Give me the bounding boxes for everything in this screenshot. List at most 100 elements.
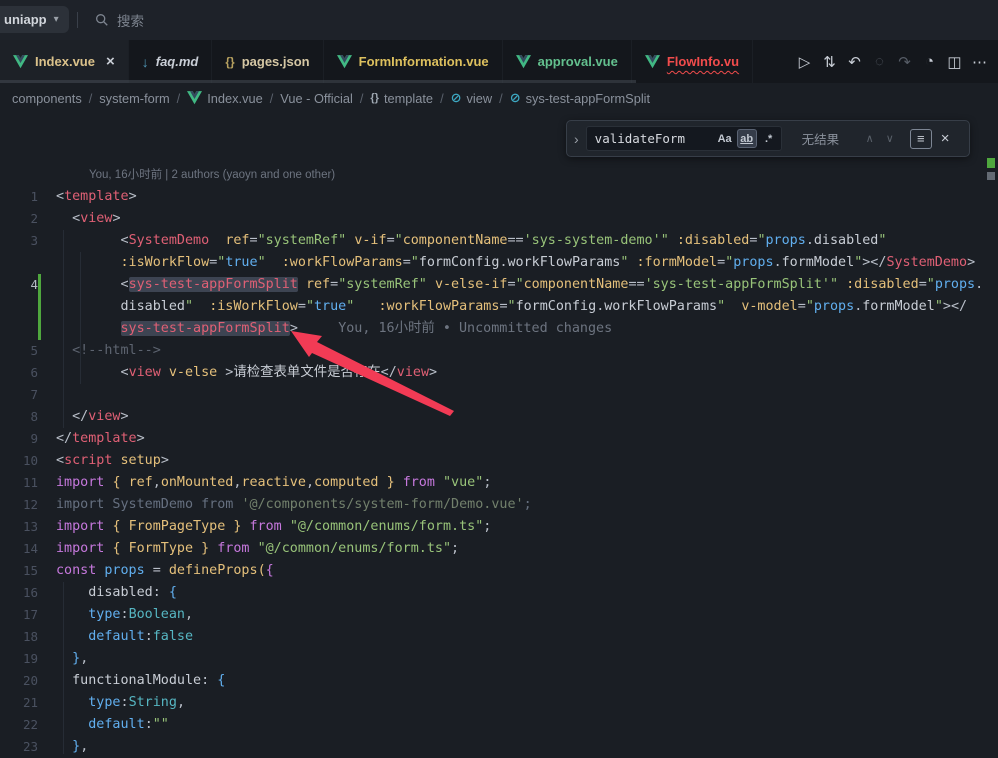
- code-line[interactable]: 5 <!--html-->: [0, 340, 998, 362]
- breadcrumb: components / system-form / Index.vue / Vue - O…: [0, 84, 998, 112]
- line-number: 23: [0, 736, 38, 758]
- breadcrumb-item-sys-test-appformsplit[interactable]: ⊘ sys-test-appFormSplit: [510, 90, 650, 106]
- find-in-selection-button[interactable]: ≡: [910, 129, 932, 149]
- whole-word-button[interactable]: ab: [737, 129, 757, 148]
- vue-icon: [187, 91, 202, 105]
- tab-label: FlowInfo.vu: [667, 54, 739, 69]
- tab-list: Index.vue × ↓faq.md{}pages.jsonFormInforma…: [0, 40, 753, 83]
- code-line[interactable]: 19 },: [0, 648, 998, 670]
- line-number: 21: [0, 692, 38, 714]
- find-input[interactable]: validateForm Aa ab .*: [586, 126, 782, 151]
- code-editor[interactable]: You, 16小时前 | 2 authors (yaoyn and one ot…: [0, 112, 998, 754]
- code-line[interactable]: 9</template>: [0, 428, 998, 450]
- symbol-element-icon: ⊘: [510, 90, 521, 106]
- editor-actions-toolbar: ▷⇅↶◌↷◔◫⋯: [792, 40, 998, 83]
- breadcrumb-label: Index.vue: [207, 91, 263, 106]
- navigate-back-icon[interactable]: ↶: [842, 48, 867, 76]
- line-number: 6: [0, 362, 38, 384]
- code-line[interactable]: 1<template>: [0, 186, 998, 208]
- code-line[interactable]: 10<script setup>: [0, 450, 998, 472]
- code-line[interactable]: 4 <sys-test-appFormSplit ref="systemRef"…: [0, 274, 998, 296]
- code-line[interactable]: 11import { ref,onMounted,reactive,comput…: [0, 472, 998, 494]
- tab-scrollbar[interactable]: [0, 80, 636, 83]
- code-line[interactable]: sys-test-appFormSplit> You, 16小时前 • Unco…: [0, 318, 998, 340]
- global-search[interactable]: 搜索: [95, 0, 144, 40]
- run-icon[interactable]: ▷: [792, 48, 817, 76]
- tab-index-vue[interactable]: Index.vue ×: [0, 40, 129, 83]
- code-line[interactable]: 6 <view v-else >请检查表单文件是否存在</view>: [0, 362, 998, 384]
- breadcrumb-separator: /: [499, 91, 503, 106]
- run-debug-icon[interactable]: ◔: [917, 48, 942, 76]
- tab-flowinfo-vu[interactable]: FlowInfo.vu: [632, 40, 753, 83]
- vue-icon: [516, 55, 531, 69]
- split-editor-icon[interactable]: ◫: [942, 48, 967, 76]
- breadcrumb-item-components[interactable]: components: [12, 91, 82, 106]
- line-number: 16: [0, 582, 38, 604]
- tab-faq-md[interactable]: ↓faq.md: [129, 40, 213, 83]
- code-line[interactable]: 20 functionalModule: {: [0, 670, 998, 692]
- code-line[interactable]: 14import { FormType } from "@/common/enu…: [0, 538, 998, 560]
- code-line[interactable]: 15const props = defineProps({: [0, 560, 998, 582]
- code-line[interactable]: 12import SystemDemo from '@/components/s…: [0, 494, 998, 516]
- find-query-text: validateForm: [595, 131, 713, 146]
- breadcrumb-item-vue-official[interactable]: Vue - Official: [280, 91, 353, 106]
- titlebar-divider: [77, 12, 78, 28]
- project-name: uniapp: [4, 12, 47, 27]
- breadcrumb-label: components: [12, 91, 82, 106]
- next-match-button[interactable]: ∨: [880, 132, 900, 145]
- breadcrumb-separator: /: [360, 91, 364, 106]
- match-case-button[interactable]: Aa: [715, 129, 735, 148]
- history-icon[interactable]: ◌: [867, 48, 892, 76]
- navigate-forward-icon[interactable]: ↷: [892, 48, 917, 76]
- code-line[interactable]: 3 <SystemDemo ref="systemRef" v-if="comp…: [0, 230, 998, 252]
- code-line[interactable]: disabled" :isWorkFlow="true" :workFlowPa…: [0, 296, 998, 318]
- line-number: 3: [0, 230, 38, 252]
- line-number: 18: [0, 626, 38, 648]
- chevron-down-icon: ▾: [54, 14, 59, 25]
- change-marker: [987, 158, 995, 168]
- breadcrumb-separator: /: [270, 91, 274, 106]
- code-line[interactable]: 16 disabled: {: [0, 582, 998, 604]
- code-line[interactable]: 21 type:String,: [0, 692, 998, 714]
- tab-label: Index.vue: [35, 54, 95, 69]
- code-line[interactable]: 18 default:false: [0, 626, 998, 648]
- line-number: 9: [0, 428, 38, 450]
- breadcrumb-label: sys-test-appFormSplit: [526, 91, 650, 106]
- tab-forminformation-vue[interactable]: FormInformation.vue: [324, 40, 503, 83]
- project-switcher[interactable]: uniapp ▾: [0, 6, 69, 33]
- code-line[interactable]: 22 default:"": [0, 714, 998, 736]
- vue-icon: [337, 55, 352, 69]
- code-line[interactable]: 17 type:Boolean,: [0, 604, 998, 626]
- more-actions-icon[interactable]: ⋯: [967, 48, 992, 76]
- regex-button[interactable]: .*: [759, 129, 779, 148]
- vue-icon: [645, 55, 660, 69]
- line-number: 20: [0, 670, 38, 692]
- close-tab-icon[interactable]: ×: [106, 54, 115, 69]
- code-line[interactable]: 2 <view>: [0, 208, 998, 230]
- breadcrumb-separator: /: [440, 91, 444, 106]
- close-find-icon[interactable]: ×: [932, 130, 959, 147]
- git-actions-icon[interactable]: ⇅: [817, 48, 842, 76]
- code-line[interactable]: 8 </view>: [0, 406, 998, 428]
- tab-pages-json[interactable]: {}pages.json: [212, 40, 323, 83]
- code-line[interactable]: 13import { FromPageType } from "@/common…: [0, 516, 998, 538]
- line-number: 5: [0, 340, 38, 362]
- previous-match-button[interactable]: ∧: [860, 132, 880, 145]
- breadcrumb-item-view[interactable]: ⊘view: [451, 90, 493, 106]
- tab-label: approval.vue: [538, 54, 618, 69]
- search-icon: [95, 13, 109, 27]
- line-number: 8: [0, 406, 38, 428]
- code-line[interactable]: 7: [0, 384, 998, 406]
- overview-ruler[interactable]: [984, 112, 998, 754]
- code-line[interactable]: 23 },: [0, 736, 998, 758]
- breadcrumb-item-system-form[interactable]: system-form: [99, 91, 169, 106]
- line-number: 15: [0, 560, 38, 582]
- code-line[interactable]: :isWorkFlow="true" :workFlowParams="form…: [0, 252, 998, 274]
- line-number: 17: [0, 604, 38, 626]
- git-blame-annotation: You, 16小时前 | 2 authors (yaoyn and one ot…: [89, 164, 335, 186]
- line-number: 1: [0, 186, 38, 208]
- breadcrumb-item-template[interactable]: {}template: [370, 91, 433, 106]
- breadcrumb-item-index-vue[interactable]: Index.vue: [187, 91, 263, 106]
- tab-approval-vue[interactable]: approval.vue: [503, 40, 632, 83]
- toggle-replace-icon[interactable]: ›: [567, 131, 586, 147]
